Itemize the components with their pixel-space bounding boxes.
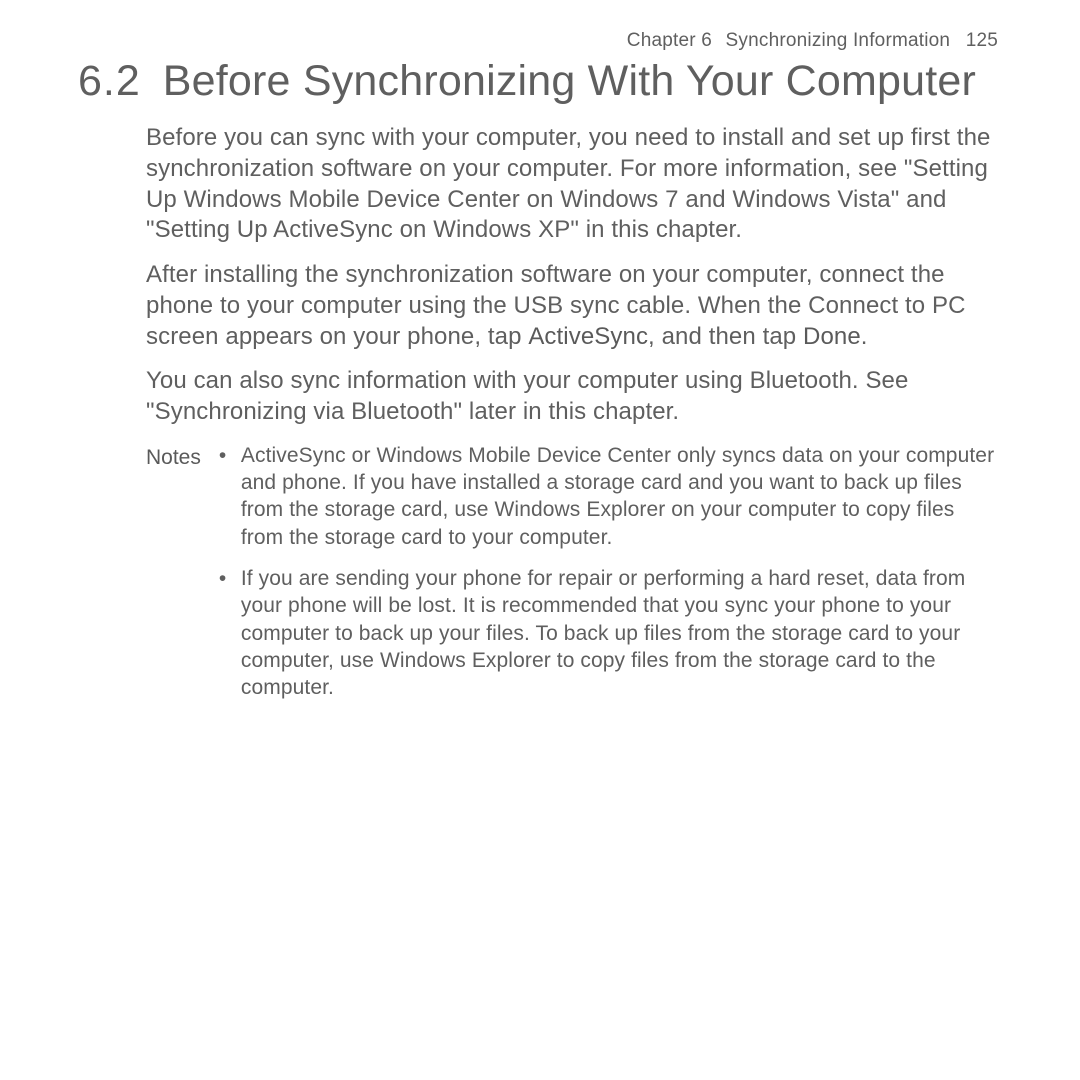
notes-block: Notes ActiveSync or Windows Mobile Devic…	[146, 442, 1002, 716]
p2-bold-done: Done	[803, 323, 861, 350]
note-item: If you are sending your phone for repair…	[219, 565, 1002, 701]
paragraph-2: After installing the synchronization sof…	[146, 260, 1002, 352]
note-item: ActiveSync or Windows Mobile Device Cent…	[219, 442, 1002, 551]
section-title: Before Synchronizing With Your Computer	[163, 57, 976, 105]
page-number: 125	[966, 30, 998, 51]
running-header: Chapter 6 Synchronizing Information 125	[78, 30, 1002, 52]
body-content: Before you can sync with your computer, …	[146, 123, 1002, 715]
section-heading: 6.2 Before Synchronizing With Your Comput…	[78, 58, 1002, 105]
chapter-title: Synchronizing Information	[726, 30, 951, 51]
p2-text-c: , and then tap	[648, 323, 803, 350]
paragraph-3: You can also sync information with your …	[146, 366, 1002, 427]
paragraph-1: Before you can sync with your computer, …	[146, 123, 1002, 246]
p2-bold-activesync: ActiveSync	[528, 323, 648, 350]
p2-text-e: .	[861, 323, 868, 350]
notes-list: ActiveSync or Windows Mobile Device Cent…	[219, 442, 1002, 716]
document-page: Chapter 6 Synchronizing Information 125 …	[0, 0, 1080, 715]
chapter-number: Chapter 6	[627, 30, 712, 51]
notes-label: Notes	[146, 442, 201, 471]
section-number: 6.2	[78, 57, 141, 105]
